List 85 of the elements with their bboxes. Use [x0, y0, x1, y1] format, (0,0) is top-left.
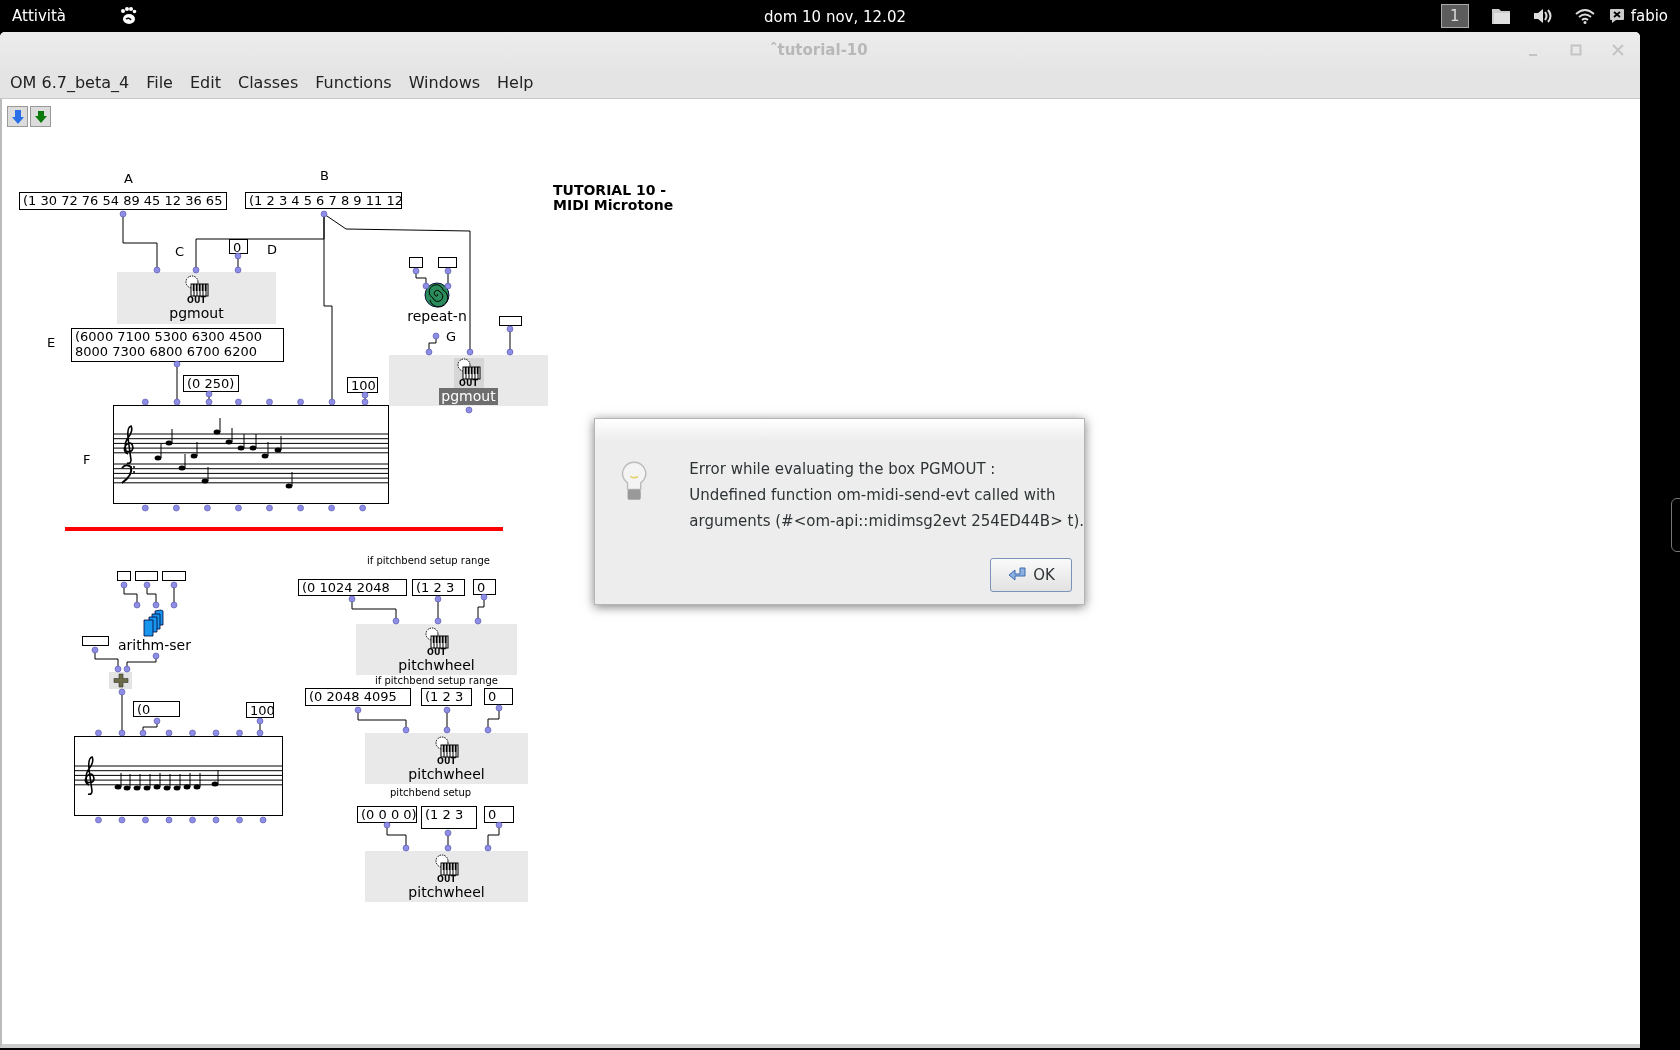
out-label: OUT — [437, 876, 456, 884]
value-box[interactable]: (1 2 3 — [412, 579, 465, 596]
workspace-indicator[interactable]: 1 — [1440, 4, 1469, 28]
midi-out-icon — [433, 854, 460, 876]
value-box[interactable]: (1 2 3 — [421, 688, 472, 706]
out-label: OUT — [427, 649, 446, 657]
comment-text: pitchbend setup — [390, 788, 472, 798]
ok-button[interactable]: OK — [990, 558, 1072, 592]
midi-out-icon — [433, 736, 460, 758]
comment-text: if pitchbend setup range — [375, 676, 498, 686]
menu-item[interactable]: Help — [497, 71, 534, 95]
value-box[interactable] — [438, 257, 457, 268]
value-box[interactable]: (0 0 0 0) — [357, 806, 417, 823]
error-message-line: arguments (#<om-api::midimsg2evt 254ED44B> t). — [689, 511, 1084, 532]
function-name: pitchwheel — [407, 766, 486, 783]
value-box[interactable] — [135, 571, 158, 581]
plus-icon — [112, 673, 129, 688]
midi-out-icon — [423, 627, 450, 649]
function-box[interactable]: OUT pitchwheel — [356, 624, 517, 675]
function-name: arithm-ser — [118, 637, 191, 653]
clock[interactable]: dom 10 nov, 12.02 — [764, 6, 906, 29]
chat-icon[interactable] — [1608, 8, 1625, 24]
patch-title: TUTORIAL 10 - — [553, 183, 668, 198]
box-label: E — [47, 336, 56, 349]
foot-icon[interactable] — [118, 6, 139, 26]
value-box[interactable]: (0 2048 4095 — [305, 688, 411, 706]
score-box[interactable] — [113, 405, 389, 504]
value-box[interactable] — [82, 636, 109, 646]
menu-item[interactable]: File — [146, 71, 173, 95]
value-box[interactable]: (6000 7100 5300 6300 4500 8000 7300 6800 6700 6200 — [71, 328, 284, 362]
function-name: pgmout — [439, 388, 498, 405]
value-box[interactable]: 0 — [484, 806, 514, 823]
wifi-icon[interactable] — [1574, 8, 1595, 24]
box-label: B — [320, 169, 329, 182]
arrow-down-icon — [10, 108, 25, 125]
value-box[interactable]: 0 — [484, 688, 513, 705]
value-box[interactable] — [409, 257, 423, 268]
down-arrow-button[interactable] — [30, 106, 51, 127]
value-box[interactable]: (1 30 72 76 54 89 45 12 36 65 — [19, 192, 227, 210]
value-box[interactable]: 100 — [347, 377, 378, 393]
enter-arrow-icon — [1007, 567, 1028, 583]
menu-item[interactable]: Functions — [315, 71, 392, 95]
function-box[interactable]: OUT pgmout — [389, 355, 548, 406]
value-box[interactable]: (0 250) — [183, 375, 239, 392]
app-menu[interactable]: OM 6.7_beta_4 — [10, 71, 130, 95]
midi-out-icon — [455, 358, 482, 380]
menu-item[interactable]: Edit — [189, 71, 221, 95]
out-label: OUT — [187, 297, 206, 305]
edge-handle[interactable] — [1671, 498, 1680, 552]
out-label: OUT — [437, 758, 456, 766]
function-name: pitchwheel — [397, 657, 476, 674]
folder-icon[interactable] — [1490, 7, 1511, 25]
box-label: D — [267, 243, 277, 256]
comment-text: if pitchbend setup range — [367, 556, 490, 566]
arrow-down-icon — [33, 109, 48, 124]
box-label: G — [446, 330, 457, 343]
menu-item[interactable]: Classes — [237, 71, 299, 95]
plus-box[interactable] — [109, 672, 132, 689]
value-box[interactable] — [117, 571, 131, 581]
value-box[interactable]: (0 — [133, 701, 180, 717]
function-box[interactable]: OUT pgmout — [117, 272, 276, 324]
value-box[interactable] — [499, 316, 522, 326]
box-label: F — [83, 453, 91, 466]
function-box[interactable]: OUT pitchwheel — [365, 733, 528, 784]
value-box[interactable]: (1 2 3 — [421, 806, 477, 829]
error-message-line: Undefined function om-midi-send-evt called with — [689, 485, 1057, 506]
menu-item[interactable]: Windows — [408, 71, 481, 95]
value-box[interactable]: (0 1024 2048 — [298, 579, 407, 596]
patch-title: MIDI Microtone — [553, 198, 674, 213]
function-name: pitchwheel — [407, 884, 486, 901]
out-label: OUT — [459, 380, 478, 388]
user-name[interactable]: fabio — [1630, 4, 1668, 28]
score-box[interactable] — [74, 736, 283, 816]
value-box[interactable] — [162, 571, 186, 581]
activities-button[interactable]: Attività — [12, 4, 67, 28]
midi-out-icon — [183, 275, 210, 297]
box-label: A — [124, 172, 133, 185]
function-name: pgmout — [168, 305, 225, 322]
value-box[interactable]: 0 — [473, 579, 496, 595]
volume-icon[interactable] — [1532, 8, 1553, 24]
function-name: repeat-n — [407, 308, 467, 324]
down-arrow-button[interactable] — [7, 106, 28, 127]
error-message-line: Error while evaluating the box PGMOUT : — [689, 459, 997, 480]
function-box[interactable]: OUT pitchwheel — [365, 851, 528, 902]
box-label: C — [175, 245, 185, 258]
